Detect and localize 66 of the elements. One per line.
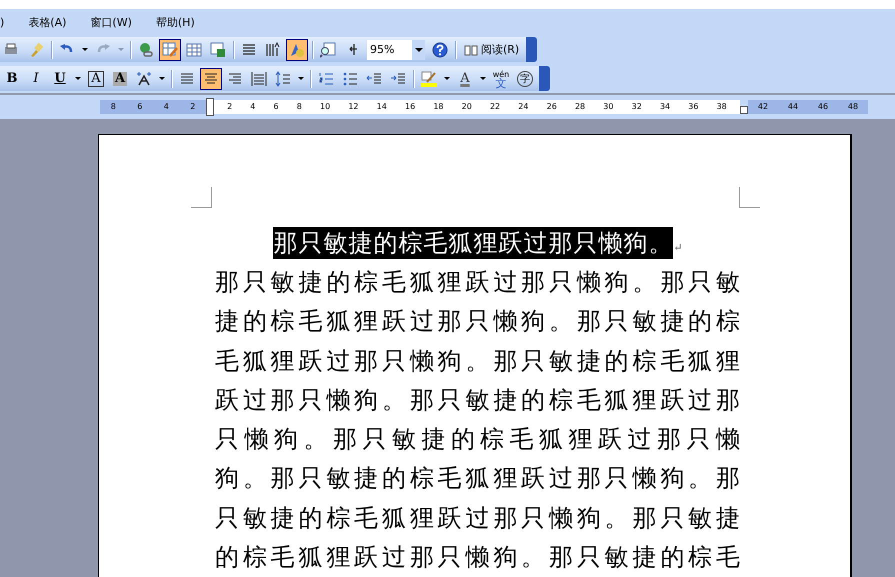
drawing-shapes-icon[interactable]	[286, 38, 308, 60]
ruler-label: 8	[110, 102, 116, 112]
body-text-line: 的棕毛狐狸跃过那只懒狗。那只敏捷的棕毛	[215, 542, 741, 574]
underline-button[interactable]: U	[49, 68, 71, 90]
caret-icon[interactable]	[75, 77, 81, 80]
caret-icon[interactable]	[82, 48, 88, 51]
caret-icon	[414, 48, 422, 52]
ruler-label: 22	[490, 102, 500, 112]
ruler-label: 26	[546, 102, 557, 112]
ruler-label: 48	[848, 102, 858, 112]
crop-mark	[739, 187, 760, 208]
align-center-icon[interactable]	[200, 68, 222, 90]
ruler-label: 28	[574, 102, 586, 112]
body-text-line: 跃过那只懒狗。那只敏捷的棕毛狐狸跃过那	[215, 384, 741, 416]
menu-item[interactable]: 窗口(W)	[90, 14, 132, 30]
ruler-label: 4	[164, 102, 169, 112]
right-indent-marker-icon[interactable]	[740, 106, 748, 114]
font-color-button[interactable]: A	[454, 68, 476, 90]
menu-item[interactable]: 帮助(H)	[156, 14, 195, 30]
body-text-line: 只懒狗。那只敏捷的棕毛狐狸跃过那只懒	[215, 424, 741, 456]
indent-marker-icon[interactable]	[206, 98, 214, 116]
body-text-line: 毛狐狸跃过那只懒狗。那只敏捷的棕毛狐狸	[215, 346, 741, 377]
ruler-label: 6	[137, 102, 142, 112]
bold-button[interactable]: B	[1, 68, 23, 90]
body-text-line: 那只敏捷的棕毛狐狸跃过那只懒狗。那只敏	[215, 267, 741, 298]
ruler-label: 2	[190, 102, 196, 112]
toolbar-options-icon[interactable]	[526, 37, 538, 62]
ruler-label: 18	[433, 102, 444, 112]
paragraph-mark: ↵	[673, 241, 683, 254]
body-text-line: 只敏捷的棕毛狐狸跃过那只懒狗。那只敏捷	[215, 502, 741, 534]
ruler-label: 4	[250, 102, 256, 112]
ruler-label: 38	[716, 102, 727, 112]
ruler-label: 24	[518, 102, 528, 112]
body-text-line: 狗。那只敏捷的棕毛狐狸跃过那只懒狗。那	[215, 463, 741, 494]
read-button[interactable]: 阅读(R)	[460, 38, 524, 60]
menu-item[interactable]: )	[0, 16, 4, 28]
caret-icon[interactable]	[480, 77, 486, 80]
caret-icon[interactable]	[444, 77, 450, 80]
ruler-label: 42	[758, 102, 768, 112]
caret-icon[interactable]	[298, 77, 304, 80]
book-icon	[464, 44, 478, 56]
heading-text: 那只敏捷的棕毛狐狸跃过那只懒狗。	[273, 227, 674, 259]
ruler-label: 34	[660, 102, 670, 112]
ruler-label: 10	[320, 102, 330, 112]
ruler-label: 44	[788, 102, 798, 112]
ruler-label: 46	[818, 102, 828, 112]
ruler-label: 20	[462, 102, 472, 112]
ruler-label: 2	[227, 102, 232, 112]
draw-table-icon[interactable]	[159, 38, 181, 60]
ruler-label: 30	[603, 102, 614, 112]
ruler-label: 32	[632, 102, 642, 112]
italic-button[interactable]: I	[25, 68, 47, 90]
ruler-label: 36	[688, 102, 698, 112]
ruler-label: 14	[376, 102, 387, 112]
body-text-line: 捷的棕毛狐狸跃过那只懒狗。那只敏捷的棕	[215, 306, 741, 338]
ruler-label: 12	[348, 102, 359, 112]
phonetic-guide-button[interactable]: wén 文	[490, 68, 512, 90]
enclose-characters-button[interactable]: 字	[517, 70, 533, 86]
menu-item[interactable]: 表格(A)	[28, 14, 66, 30]
zoom-combo-box[interactable]: 95%	[367, 40, 425, 60]
ruler-label: 16	[404, 102, 416, 112]
character-shading-button[interactable]: A	[109, 68, 131, 90]
crop-mark	[191, 187, 212, 208]
caret-icon[interactable]	[159, 77, 165, 80]
ruler-label: 8	[296, 102, 302, 112]
ruler-label: 6	[274, 102, 279, 112]
